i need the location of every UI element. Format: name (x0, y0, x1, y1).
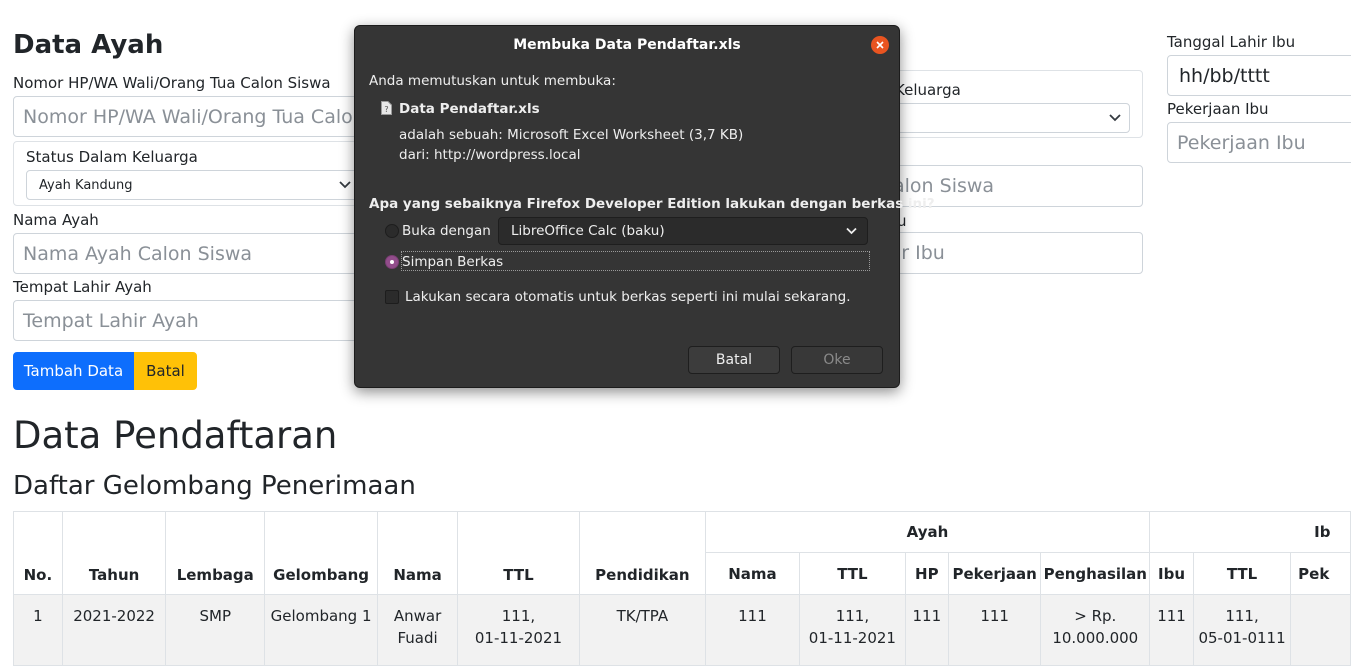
cancel-button[interactable]: Batal (134, 352, 197, 390)
table-cell: 111, 05-01-0111 (1192, 594, 1292, 666)
col-header: TTL (1192, 552, 1292, 595)
table-cell: 111, 01-11-2021 (457, 594, 580, 666)
mother-birthplace-input[interactable]: ir Ibu (860, 232, 1143, 274)
col-header: Ibu (1149, 552, 1194, 595)
registration-table: No. Tahun Lembaga Gelombang Nama TTL Pen… (13, 511, 1351, 666)
download-dialog: Membuka Data Pendaftar.xls Anda memutusk… (354, 25, 935, 388)
table-cell (1290, 594, 1351, 666)
father-name-placeholder: Nama Ayah Calon Siswa (23, 242, 253, 265)
table-cell: TK/TPA (578, 594, 706, 666)
add-data-button[interactable]: Tambah Data (13, 352, 134, 390)
open-with-app-select[interactable]: LibreOffice Calc (baku) (498, 217, 868, 245)
save-file-label[interactable]: Simpan Berkas (402, 254, 503, 270)
table-cell: 111 (1149, 594, 1194, 666)
dialog-type-line: adalah sebuah: Microsoft Excel Worksheet… (399, 127, 744, 143)
table-cell: 111 (947, 594, 1042, 666)
father-status-label: Status Dalam Keluarga (26, 148, 198, 166)
table-cell: 111 (904, 594, 949, 666)
open-with-label: Buka dengan (402, 223, 491, 239)
mother-status-select[interactable] (860, 103, 1130, 133)
col-header: Penghasilan (1040, 552, 1151, 595)
open-with-label-text: Buka dengan (402, 223, 491, 239)
dialog-cancel-button[interactable]: Batal (688, 346, 780, 374)
col-header: Pekerjaan (947, 552, 1042, 595)
table-cell: 1 (13, 594, 63, 666)
col-header: TTL (799, 552, 906, 595)
chevron-down-icon (1109, 114, 1121, 122)
mother-birthplace-placeholder: ir Ibu (896, 242, 945, 264)
auto-action-label[interactable]: Lakukan secara otomatis untuk berkas sep… (405, 289, 851, 305)
dialog-close-button[interactable] (871, 36, 889, 54)
dialog-intro: Anda memutuskan untuk membuka: (369, 73, 616, 89)
father-heading: Data Ayah (13, 30, 164, 60)
table-cell: 111, 01-11-2021 (799, 594, 906, 666)
mother-job-placeholder: Pekerjaan Ibu (1177, 131, 1306, 154)
col-header: HP (904, 552, 949, 595)
dialog-ok-button[interactable]: Oke (791, 346, 883, 374)
close-icon (876, 41, 884, 49)
dialog-filename: Data Pendaftar.xls (399, 101, 540, 117)
section-subtitle: Daftar Gelombang Penerimaan (13, 471, 416, 501)
mother-job-label: Pekerjaan Ibu (1167, 100, 1269, 118)
mother-dob-value: hh/bb/tttt (1179, 64, 1270, 87)
open-with-app-value: LibreOffice Calc (baku) (511, 223, 665, 239)
father-birthplace-input[interactable]: Tempat Lahir Ayah (13, 300, 413, 341)
table-cell: 2021-2022 (61, 594, 167, 666)
save-file-radio[interactable] (385, 255, 399, 269)
col-header: Tahun (61, 511, 167, 595)
col-header: No. (13, 511, 63, 595)
dialog-title: Membuka Data Pendaftar.xls (513, 37, 741, 53)
table-cell: 111 (704, 594, 801, 666)
svg-text:?: ? (384, 105, 388, 114)
chevron-down-icon (339, 181, 351, 189)
table-row: 1 2021-2022 SMP Gelombang 1 Anwar Fuadi … (13, 594, 1351, 666)
col-header: TTL (457, 511, 580, 595)
auto-action-checkbox[interactable] (385, 290, 399, 304)
page-title: Data Pendaftaran (13, 414, 338, 457)
open-with-radio[interactable] (385, 224, 399, 238)
father-status-select[interactable]: Ayah Kandung (26, 170, 360, 200)
father-status-value: Ayah Kandung (39, 177, 133, 193)
mother-dob-label: Tanggal Lahir Ibu (1167, 33, 1296, 51)
table-cell: > Rp. 10.000.000 (1040, 594, 1151, 666)
father-phone-input[interactable]: Nomor HP/WA Wali/Orang Tua Calon Siswa (13, 96, 413, 137)
dialog-from-line: dari: http://wordpress.local (399, 147, 581, 163)
col-header: Pendidikan (578, 511, 706, 595)
father-name-input[interactable]: Nama Ayah Calon Siswa (13, 233, 413, 274)
father-name-label: Nama Ayah (13, 211, 99, 229)
col-header: Lembaga (165, 511, 266, 595)
father-birthplace-label: Tempat Lahir Ayah (13, 278, 152, 296)
table-cell: Gelombang 1 (264, 594, 379, 666)
father-phone-label: Nomor HP/WA Wali/Orang Tua Calon Siswa (13, 74, 331, 92)
group-header-mother: Ib (1149, 511, 1351, 553)
mother-phone-placeholder: alon Siswa (893, 175, 995, 197)
mother-job-input[interactable]: Pekerjaan Ibu (1167, 122, 1351, 163)
col-header: Nama (704, 552, 801, 595)
col-header: Gelombang (264, 511, 379, 595)
father-birthplace-placeholder: Tempat Lahir Ayah (23, 309, 199, 332)
mother-dob-input[interactable]: hh/bb/tttt (1167, 55, 1351, 96)
mother-status-label: Keluarga (895, 81, 961, 99)
table-cell: Anwar Fuadi (377, 594, 459, 666)
chevron-down-icon (846, 227, 857, 235)
table-cell: SMP (165, 594, 266, 666)
dialog-question: Apa yang sebaiknya Firefox Developer Edi… (369, 196, 935, 212)
col-header: Nama (377, 511, 459, 595)
col-header: Pek (1290, 552, 1351, 595)
group-header-father: Ayah (704, 511, 1151, 553)
file-icon: ? (381, 101, 392, 115)
